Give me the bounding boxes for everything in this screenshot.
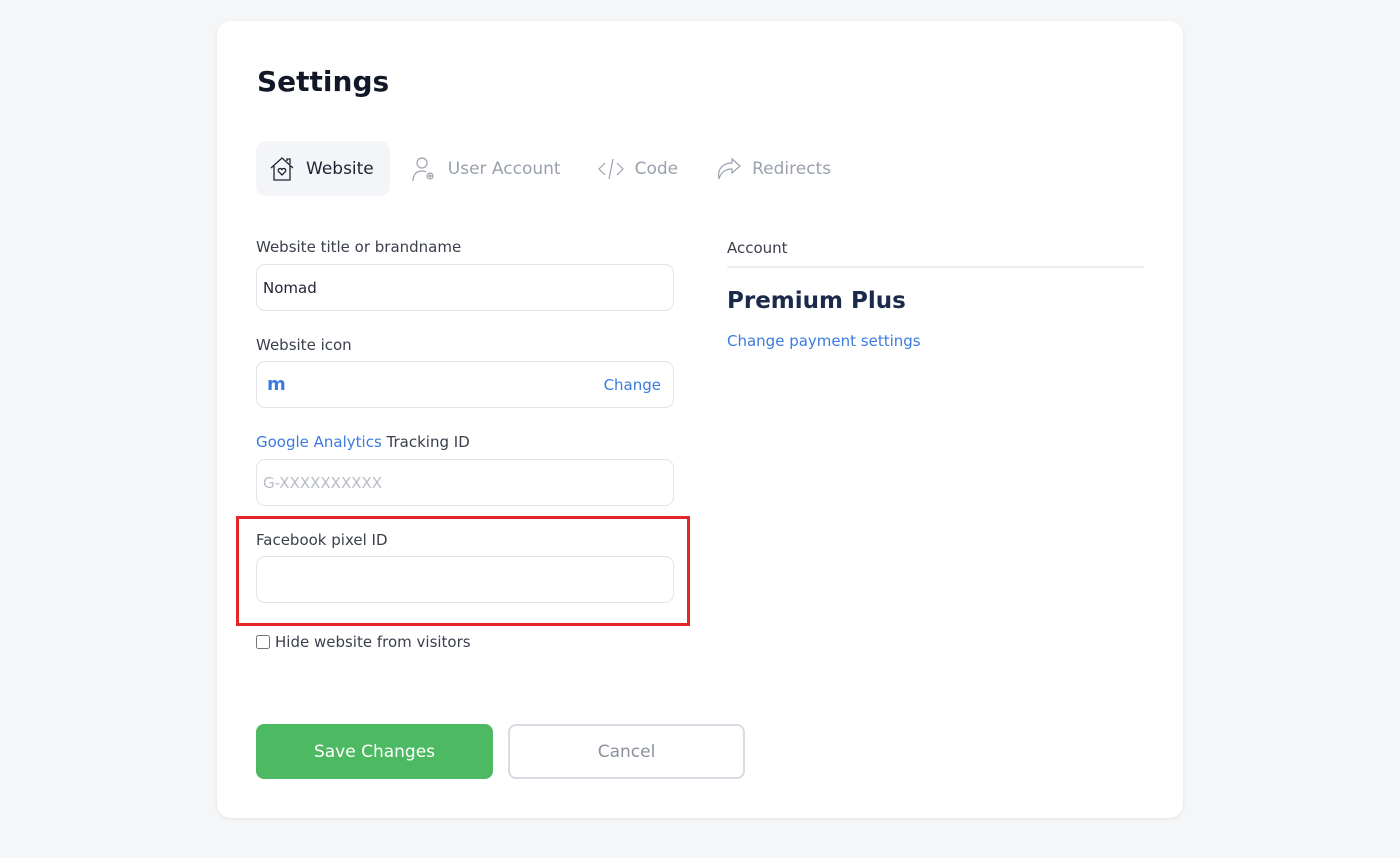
site-title-input[interactable]	[256, 264, 674, 311]
tab-label: User Account	[447, 158, 561, 179]
google-analytics-link[interactable]: Google Analytics	[256, 433, 382, 451]
tab-label: Website	[306, 158, 374, 179]
site-title-label: Website title or brandname	[256, 238, 462, 256]
fb-pixel-label: Facebook pixel ID	[256, 531, 388, 549]
code-icon	[597, 158, 624, 179]
tab-redirects[interactable]: Redirects	[702, 141, 847, 196]
ga-label: Google Analytics Tracking ID	[256, 433, 470, 451]
website-icon-label: Website icon	[256, 336, 352, 354]
account-section: Account Premium Plus Change payment sett…	[727, 239, 1144, 350]
ga-label-text: Tracking ID	[381, 433, 470, 451]
tab-label: Code	[634, 158, 679, 179]
tab-label: Redirects	[752, 158, 832, 179]
share-arrow-icon	[718, 157, 742, 179]
fb-pixel-input[interactable]	[256, 556, 674, 603]
hide-website-checkbox[interactable]	[256, 635, 270, 649]
hide-website-checkbox-row[interactable]: Hide website from visitors	[256, 633, 471, 651]
change-icon-link[interactable]: Change	[604, 376, 661, 394]
tab-website[interactable]: Website	[256, 141, 390, 196]
change-payment-link[interactable]: Change payment settings	[727, 332, 921, 350]
ga-tracking-input[interactable]	[256, 459, 674, 506]
tab-code[interactable]: Code	[585, 141, 695, 196]
website-icon-field: m Change	[256, 361, 674, 408]
save-button[interactable]: Save Changes	[256, 724, 493, 779]
cancel-button[interactable]: Cancel	[508, 724, 745, 779]
hide-website-label: Hide website from visitors	[275, 633, 471, 651]
plan-name: Premium Plus	[727, 288, 906, 314]
website-icon-preview: m	[267, 374, 286, 395]
page-title: Settings	[257, 65, 390, 98]
tab-user-account[interactable]: User Account	[398, 141, 577, 196]
settings-card: Settings Website User Account Code Redir…	[217, 21, 1183, 818]
user-gear-icon	[412, 156, 434, 181]
account-label: Account	[727, 239, 1144, 268]
settings-tabs: Website User Account Code Redirects	[256, 141, 855, 196]
house-heart-icon	[270, 156, 294, 181]
